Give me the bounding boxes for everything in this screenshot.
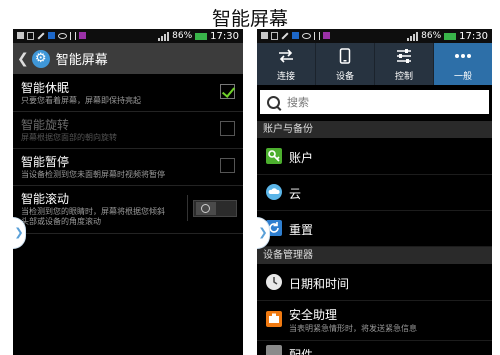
sliders-icon: [375, 48, 433, 64]
dots-icon: [434, 48, 492, 64]
bluetooth-icon: [314, 32, 320, 40]
mail-icon: [292, 32, 299, 39]
status-time: 17:30: [459, 30, 488, 42]
phone-screen-left: 86% 17:30 ❮ ⚙ 智能屏幕 智能休眠 只要您看着屏幕，屏幕即保持亮起 …: [13, 29, 243, 355]
bluetooth-icon: [70, 32, 76, 40]
setting-smart-stay[interactable]: 智能休眠 只要您看着屏幕，屏幕即保持亮起: [13, 74, 243, 112]
list-item-cloud[interactable]: 云: [257, 174, 492, 211]
setting-smart-pause[interactable]: 智能暂停 当设备检测到您未面朝屏幕时视频将暂停: [13, 148, 243, 186]
item-label: 重置: [289, 223, 314, 237]
list-item-date-time[interactable]: 日期和时间: [257, 264, 492, 301]
section-header-accounts: 账户与备份: [257, 121, 492, 138]
setting-description: 当设备检测到您未面朝屏幕时视频将暂停: [21, 170, 165, 179]
settings-header: ❮ ⚙ 智能屏幕: [13, 43, 243, 74]
setting-smart-scroll[interactable]: 智能滚动 当检测到您的眼睛时，屏幕将根据您倾斜 头部或设备的角度滚动: [13, 185, 243, 234]
setting-description: 屏幕根据您面部的朝向旋转: [21, 133, 117, 142]
setting-description: 当检测到您的眼睛时，屏幕将根据您倾斜: [21, 207, 165, 216]
pencil-icon: [37, 32, 45, 40]
setting-title: 智能暂停: [21, 155, 70, 169]
item-label: 账户: [289, 151, 314, 165]
eye-icon: [58, 33, 67, 39]
setting-title: 智能休眠: [21, 81, 70, 95]
mail-icon: [48, 32, 55, 39]
gallery-icon: [17, 32, 24, 39]
back-icon[interactable]: ❮: [17, 51, 29, 67]
item-label: 云: [289, 187, 302, 201]
setting-description: 只要您看着屏幕，屏幕即保持亮起: [21, 96, 141, 105]
device-icon: [316, 48, 374, 64]
list-item-accessories[interactable]: 配件: [257, 340, 492, 355]
item-label: 日期和时间: [289, 277, 350, 291]
status-bar: 86% 17:30: [13, 29, 243, 43]
app-notification-icon: [79, 32, 86, 39]
pencil-icon: [281, 32, 289, 40]
arrows-icon: [257, 48, 315, 64]
gallery-icon: [261, 32, 268, 39]
battery-icon: [195, 32, 208, 40]
phone-screen-right: 86% 17:30 连接 设备 控制 一般 搜索 账户与备份 账户 云 重置 设…: [257, 29, 492, 355]
item-label: 安全助理: [289, 308, 338, 322]
divider: [187, 195, 188, 221]
download-icon: [27, 32, 34, 40]
tab-controls[interactable]: 控制: [375, 43, 434, 85]
tab-label: 一般: [453, 72, 472, 82]
signal-icon: [158, 31, 170, 41]
tab-general[interactable]: 一般: [434, 43, 492, 85]
battery-percent: 86%: [421, 31, 442, 41]
setting-smart-rotation[interactable]: 智能旋转 屏幕根据您面部的朝向旋转: [13, 111, 243, 149]
safety-icon: [265, 310, 283, 328]
tab-label: 控制: [394, 72, 413, 82]
smart-rotation-checkbox[interactable]: [220, 121, 235, 136]
setting-description: 头部或设备的角度滚动: [21, 217, 101, 226]
section-header-device-manager: 设备管理器: [257, 247, 492, 264]
setting-title: 智能旋转: [21, 118, 70, 132]
list-item-account[interactable]: 账户: [257, 138, 492, 175]
account-key-icon: [265, 147, 283, 165]
settings-tabs: 连接 设备 控制 一般: [257, 43, 492, 85]
smart-stay-checkbox[interactable]: [220, 84, 235, 99]
smart-scroll-toggle[interactable]: [193, 200, 237, 217]
eye-icon: [302, 33, 311, 39]
status-time: 17:30: [210, 30, 239, 42]
list-item-reset[interactable]: 重置: [257, 210, 492, 247]
list-item-safety-assistance[interactable]: 安全助理 当表明紧急情形时，将发送紧急信息: [257, 300, 492, 341]
setting-title: 智能滚动: [21, 192, 70, 206]
download-icon: [271, 32, 278, 40]
item-sublabel: 当表明紧急情形时，将发送紧急信息: [289, 324, 417, 333]
item-label: 配件: [289, 348, 314, 355]
header-title: 智能屏幕: [55, 53, 108, 68]
search-placeholder: 搜索: [287, 96, 309, 109]
tab-connections[interactable]: 连接: [257, 43, 316, 85]
tab-label: 设备: [335, 72, 354, 82]
signal-icon: [407, 31, 419, 41]
tab-device[interactable]: 设备: [316, 43, 375, 85]
smart-pause-checkbox[interactable]: [220, 158, 235, 173]
cloud-icon: [265, 183, 283, 201]
search-icon: [267, 95, 280, 109]
accessory-icon: [265, 344, 283, 355]
tab-label: 连接: [276, 72, 295, 82]
app-notification-icon: [323, 32, 330, 39]
status-bar: 86% 17:30: [257, 29, 492, 43]
battery-icon: [444, 32, 457, 40]
search-input[interactable]: 搜索: [260, 90, 489, 114]
page-title: 智能屏幕: [211, 8, 288, 30]
clock-icon: [265, 273, 283, 291]
battery-percent: 86%: [172, 31, 193, 41]
gear-icon: ⚙: [31, 49, 50, 68]
